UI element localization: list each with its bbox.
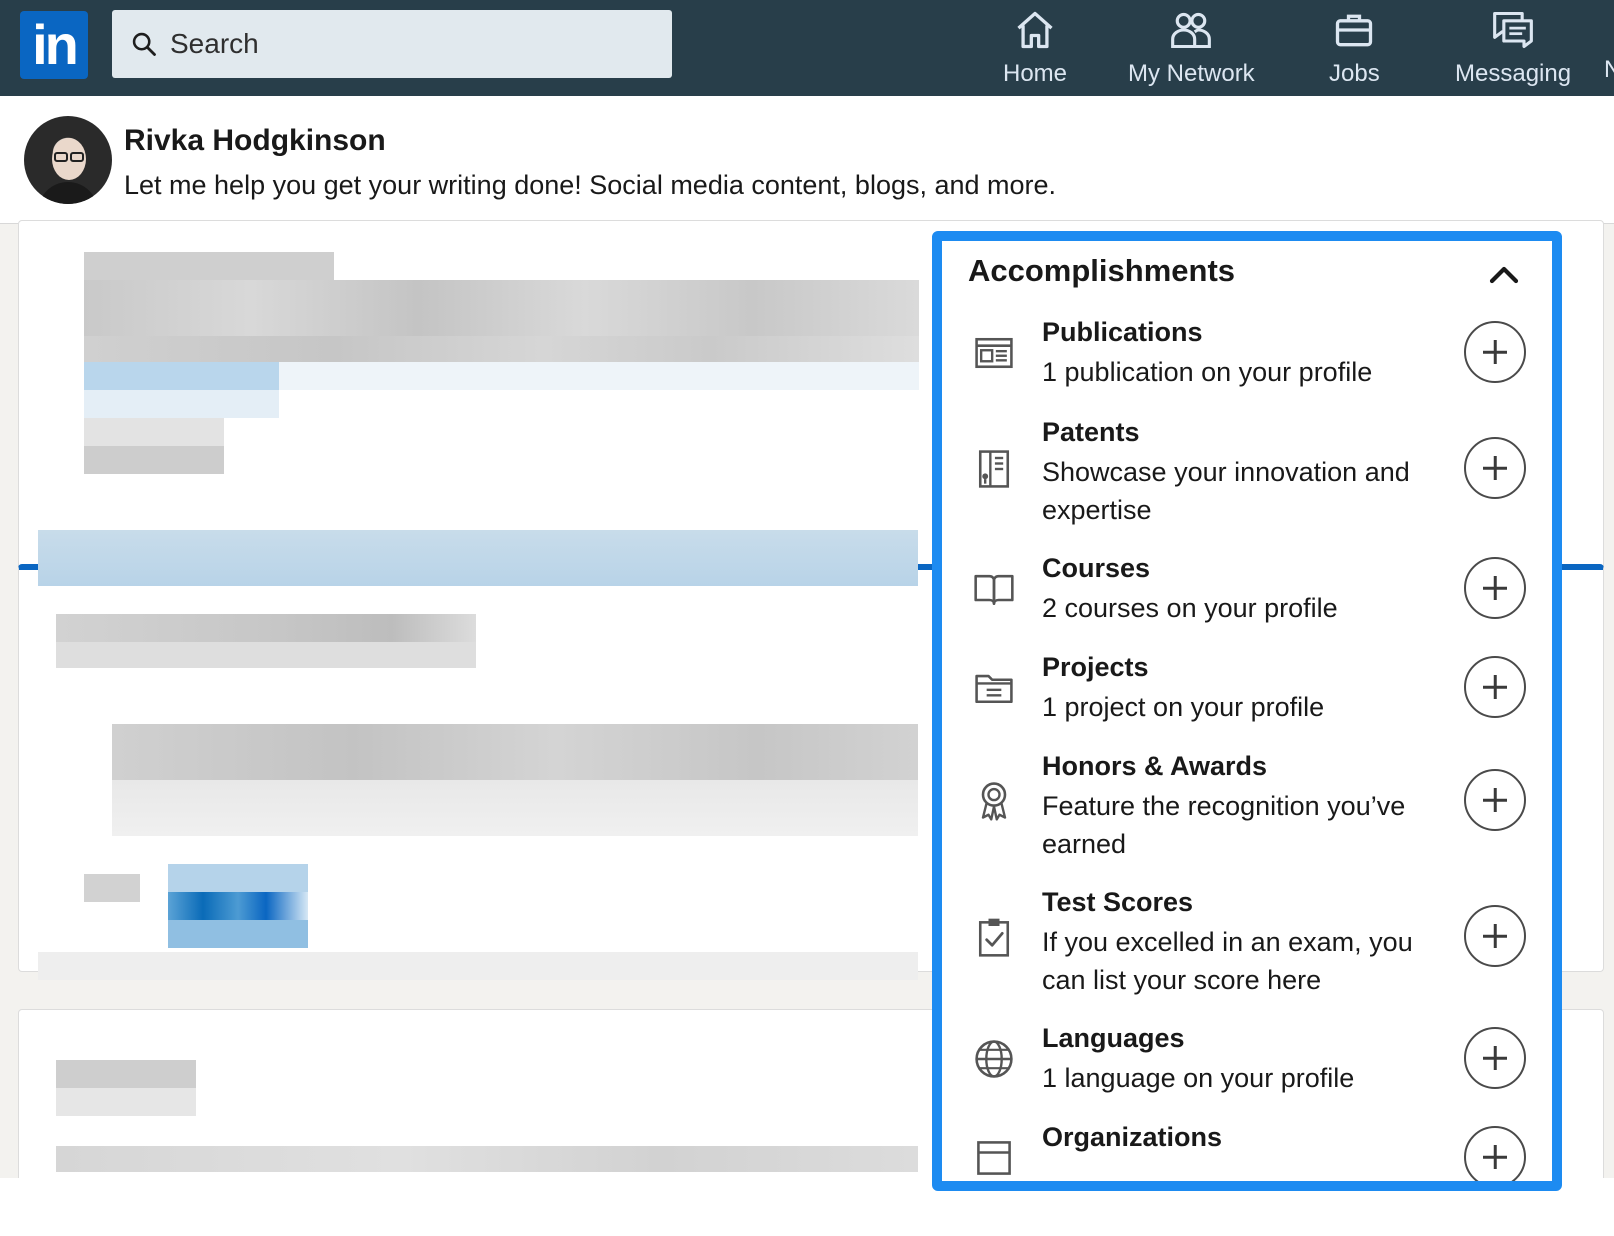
accomplishments-panel: Accomplishments Publications 1 publicati… [932, 231, 1562, 1191]
add-publication-button[interactable] [1464, 321, 1526, 383]
nav-clipped-item[interactable]: N [1604, 56, 1614, 84]
add-project-button[interactable] [1464, 656, 1526, 718]
accomplishment-patents: Patents Showcase your innovation and exp… [942, 417, 1552, 547]
chevron-up-icon[interactable] [1486, 263, 1522, 287]
briefcase-icon [1336, 14, 1373, 47]
accomplishment-title: Projects [1042, 652, 1149, 682]
clipboard-check-icon [978, 918, 1010, 957]
search-icon [132, 32, 156, 56]
add-patent-button[interactable] [1464, 437, 1526, 499]
award-icon [981, 782, 1007, 821]
nav-messaging-label: Messaging [1455, 60, 1572, 87]
accomplishment-honors-awards: Honors & Awards Feature the recognition … [942, 751, 1552, 881]
add-honor-award-button[interactable] [1464, 769, 1526, 831]
accomplishment-projects: Projects 1 project on your profile [942, 652, 1552, 748]
nav-my-network[interactable]: My Network [1128, 8, 1255, 92]
nav-home[interactable]: Home [1003, 8, 1067, 92]
global-nav: in Home My Network Jobs Messaging N [0, 0, 1614, 96]
globe-icon [975, 1040, 1013, 1078]
add-test-score-button[interactable] [1464, 905, 1526, 967]
linkedin-logo[interactable]: in [20, 11, 88, 79]
organization-icon [977, 1141, 1011, 1175]
accomplishment-organizations: Organizations [942, 1122, 1552, 1181]
publication-icon [975, 337, 1013, 369]
messaging-icon [1493, 11, 1533, 49]
accomplishment-title: Languages [1042, 1023, 1185, 1053]
accomplishment-test-scores: Test Scores If you excelled in an exam, … [942, 887, 1552, 1017]
accomplishment-subtitle: Feature the recognition you’ve earned [1042, 791, 1406, 859]
search-bar[interactable] [112, 10, 672, 78]
patent-icon [978, 450, 1010, 488]
accomplishment-title: Courses [1042, 553, 1151, 583]
accomplishment-languages: Languages 1 language on your profile [942, 1023, 1552, 1119]
home-icon [1017, 11, 1053, 49]
accomplishment-subtitle: 2 courses on your profile [1042, 593, 1338, 623]
profile-summary: Rivka Hodgkinson Let me help you get you… [0, 96, 1614, 224]
search-input[interactable] [170, 28, 650, 60]
add-course-button[interactable] [1464, 557, 1526, 619]
accomplishment-subtitle: 1 publication on your profile [1042, 357, 1373, 387]
accomplishment-title: Publications [1042, 317, 1203, 347]
accomplishment-title: Patents [1042, 417, 1140, 447]
profile-name: Rivka Hodgkinson [124, 124, 386, 157]
accomplishments-title: Accomplishments [968, 253, 1236, 288]
accomplishment-subtitle: 1 project on your profile [1042, 692, 1325, 722]
nav-jobs-label: Jobs [1329, 60, 1380, 87]
add-language-button[interactable] [1464, 1027, 1526, 1089]
accomplishment-title: Test Scores [1042, 887, 1194, 917]
book-icon [974, 574, 1014, 605]
avatar[interactable] [24, 116, 112, 204]
folder-icon [975, 674, 1013, 704]
accomplishment-title: Honors & Awards [1042, 751, 1268, 781]
nav-home-label: Home [1003, 60, 1068, 87]
accomplishment-subtitle: If you excelled in an exam, you can list… [1042, 927, 1413, 995]
nav-my-network-label: My Network [1128, 60, 1255, 87]
accomplishment-courses: Courses 2 courses on your profile [942, 553, 1552, 649]
accomplishment-publications: Publications 1 publication on your profi… [942, 317, 1552, 413]
profile-headline: Let me help you get your writing done! S… [124, 170, 1057, 200]
network-icon [1171, 12, 1212, 49]
accomplishment-subtitle: Showcase your innovation and expertise [1042, 457, 1410, 525]
nav-messaging[interactable]: Messaging [1455, 8, 1571, 92]
nav-jobs[interactable]: Jobs [1329, 8, 1380, 92]
accomplishment-title: Organizations [1042, 1122, 1223, 1152]
accomplishment-subtitle: 1 language on your profile [1042, 1063, 1355, 1093]
add-organization-button[interactable] [1464, 1126, 1526, 1181]
